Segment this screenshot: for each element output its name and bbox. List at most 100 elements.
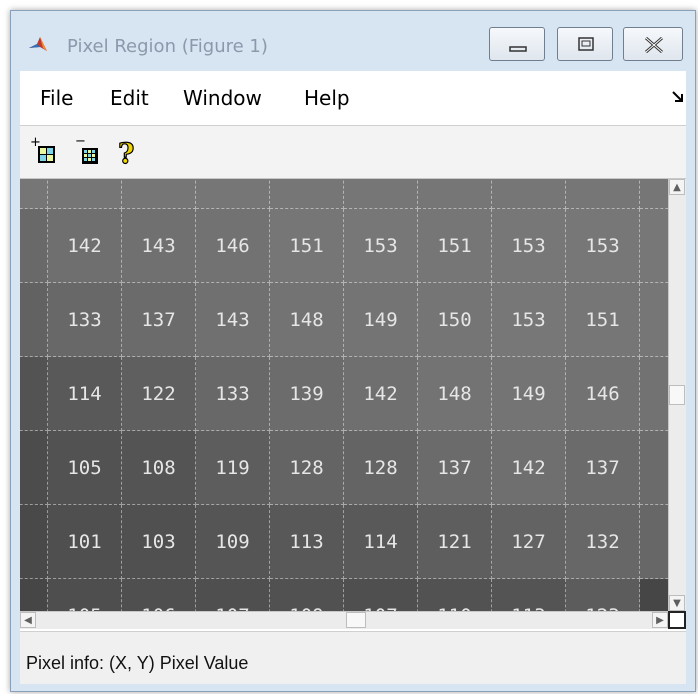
undock-arrow-icon[interactable]: [672, 91, 684, 103]
pixel-cell: 128: [344, 431, 418, 505]
zoom-in-grid-icon[interactable]: +: [28, 135, 62, 169]
vertical-scroll-thumb[interactable]: [669, 385, 685, 405]
menu-window[interactable]: Window: [183, 86, 262, 110]
pixel-cell: 108: [122, 431, 196, 505]
pixel-cell: 146: [196, 209, 270, 283]
pixel-cell: 132: [566, 505, 640, 579]
svg-text:−: −: [75, 135, 86, 149]
pixel-cell: 153: [492, 209, 566, 283]
pixel-cell: 119: [196, 431, 270, 505]
pixel-cell: [492, 179, 566, 209]
pixel-cell: 143: [122, 209, 196, 283]
scrollbar-corner: [668, 611, 686, 629]
pixel-cell: 142: [344, 357, 418, 431]
pixel-cell: 143: [196, 283, 270, 357]
menu-edit[interactable]: Edit: [110, 86, 149, 110]
pixel-cell: 1: [640, 431, 668, 505]
pixel-cell: 106: [122, 579, 196, 611]
pixel-cell: [418, 179, 492, 209]
horizontal-scrollbar[interactable]: ◀ ▶: [20, 611, 668, 629]
pixel-cell: 142: [492, 431, 566, 505]
maximize-icon: [578, 37, 594, 51]
pixel-cell: 107: [344, 579, 418, 611]
pixel-cell: [196, 179, 270, 209]
client-area: File Edit Window Help + − ? 142 143 146 …: [20, 71, 686, 684]
pixel-cell: [270, 179, 344, 209]
pixel-cell: 123: [566, 579, 640, 611]
pixel-cell: [566, 179, 640, 209]
zoom-out-grid-icon[interactable]: −: [72, 135, 106, 169]
minimize-button[interactable]: [489, 27, 545, 61]
menu-help[interactable]: Help: [304, 86, 350, 110]
pixel-cell: [640, 179, 668, 209]
pixel-cell: 151: [270, 209, 344, 283]
pixel-cell: 1: [20, 505, 48, 579]
pixel-cell: 105: [48, 431, 122, 505]
pixel-cell: [640, 579, 668, 611]
pixel-cell: 148: [418, 357, 492, 431]
pixel-cell: 0: [20, 357, 48, 431]
close-button[interactable]: [623, 27, 683, 61]
close-icon: [645, 36, 663, 54]
pixel-cell: 107: [196, 579, 270, 611]
matlab-logo-icon: [29, 37, 47, 51]
pixel-cell: 1: [640, 357, 668, 431]
pixel-cell: [344, 179, 418, 209]
pixel-cell: 128: [270, 431, 344, 505]
pixel-cell: 149: [492, 357, 566, 431]
pixel-cell: 105: [48, 579, 122, 611]
pixel-info-status: Pixel info: (X, Y) Pixel Value: [26, 653, 249, 673]
pixel-cell: 110: [418, 579, 492, 611]
pixel-region-window: Pixel Region (Figure 1) File Edit Window…: [10, 10, 696, 692]
pixel-cell: 1: [640, 209, 668, 283]
pixel-cell: 142: [48, 209, 122, 283]
title-bar[interactable]: Pixel Region (Figure 1): [11, 11, 695, 69]
pixel-cell: 127: [492, 505, 566, 579]
pixel-cell: 101: [48, 505, 122, 579]
pixel-cell: 151: [418, 209, 492, 283]
pixel-cell: 3: [20, 431, 48, 505]
pixel-cell: 153: [492, 283, 566, 357]
pixel-cell: 114: [344, 505, 418, 579]
pixel-cell: 150: [418, 283, 492, 357]
vertical-scrollbar[interactable]: ▲ ▼: [668, 179, 686, 611]
pixel-cell: 153: [344, 209, 418, 283]
svg-text:?: ?: [118, 137, 134, 169]
toolbar: + − ?: [20, 126, 686, 179]
pixel-cell: 109: [196, 505, 270, 579]
pixel-cell: 137: [418, 431, 492, 505]
pixel-cell: 113: [492, 579, 566, 611]
menu-bar: File Edit Window Help: [20, 71, 686, 126]
pixel-cell: [20, 579, 48, 611]
scroll-up-arrow-icon[interactable]: ▲: [669, 179, 685, 195]
maximize-button[interactable]: [557, 27, 613, 61]
pixel-cell: 109: [270, 579, 344, 611]
pixel-cell: 149: [344, 283, 418, 357]
pixel-cell: 1: [640, 505, 668, 579]
pixel-cell: 133: [196, 357, 270, 431]
pixel-cell: 114: [48, 357, 122, 431]
menu-file[interactable]: File: [40, 86, 73, 110]
pixel-cell: 122: [122, 357, 196, 431]
minimize-icon: [509, 46, 527, 52]
pixel-cell: 153: [566, 209, 640, 283]
pixel-cell: 151: [566, 283, 640, 357]
pixel-value-grid[interactable]: 9142143146151153151153153181331371431481…: [20, 179, 668, 611]
help-icon[interactable]: ?: [110, 135, 144, 169]
pixel-cell: 121: [418, 505, 492, 579]
window-title: Pixel Region (Figure 1): [67, 36, 268, 57]
pixel-cell: 139: [270, 357, 344, 431]
scroll-right-arrow-icon[interactable]: ▶: [652, 612, 668, 628]
scroll-left-arrow-icon[interactable]: ◀: [20, 612, 36, 628]
pixel-cell: 133: [48, 283, 122, 357]
pixel-cell: [122, 179, 196, 209]
status-bar: Pixel info: (X, Y) Pixel Value: [20, 631, 686, 684]
pixel-cell: 103: [122, 505, 196, 579]
horizontal-scroll-thumb[interactable]: [346, 612, 366, 628]
pixel-cell: 1: [640, 283, 668, 357]
pixel-cell: 137: [122, 283, 196, 357]
scroll-down-arrow-icon[interactable]: ▼: [669, 595, 685, 611]
pixel-cell: 8: [20, 283, 48, 357]
pixel-cell: [20, 179, 48, 209]
pixel-cell: [48, 179, 122, 209]
